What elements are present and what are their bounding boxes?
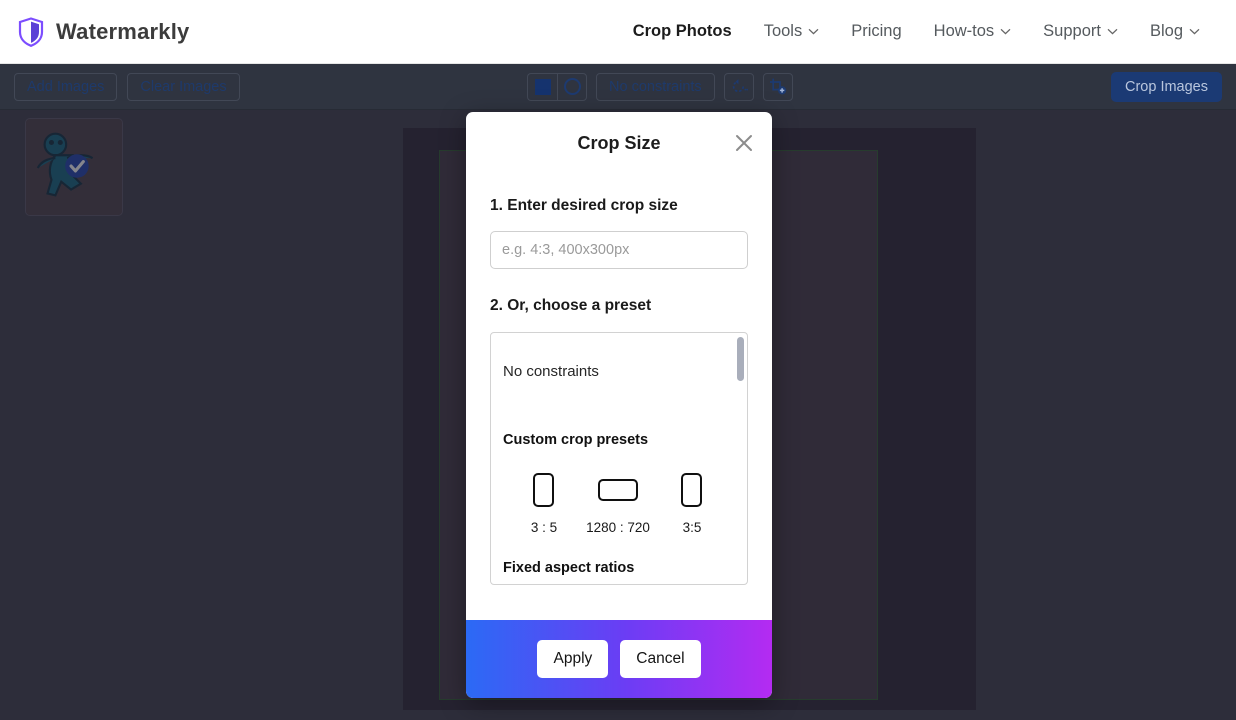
- portrait-frame-icon: [681, 470, 703, 510]
- preset-list-box[interactable]: No constraints Custom crop presets 3 : 5…: [490, 332, 748, 585]
- portrait-glyph: [533, 473, 555, 507]
- landscape-glyph: [597, 479, 638, 501]
- apply-button[interactable]: Apply: [537, 640, 609, 678]
- preset-caption: 3:5: [682, 520, 702, 535]
- portrait-frame-icon: [533, 470, 555, 510]
- preset-caption: 3 : 5: [530, 520, 558, 535]
- preset-item[interactable]: 3:5: [655, 470, 729, 535]
- dialog-title: Crop Size: [577, 132, 661, 153]
- preset-caption: 1280 : 720: [586, 520, 650, 535]
- preset-item[interactable]: 3 : 5: [507, 470, 581, 535]
- close-icon[interactable]: [732, 131, 756, 155]
- custom-presets-heading: Custom crop presets: [503, 432, 649, 448]
- dialog-body: 1. Enter desired crop size 2. Or, choose…: [466, 174, 772, 620]
- preset-scrollbar-thumb[interactable]: [737, 337, 744, 381]
- dialog-header: Crop Size: [466, 112, 772, 174]
- cancel-button[interactable]: Cancel: [620, 640, 701, 678]
- preset-item[interactable]: 1280 : 720: [581, 470, 655, 535]
- landscape-frame-icon: [597, 470, 638, 510]
- preset-scroll-area: No constraints Custom crop presets 3 : 5…: [491, 333, 747, 584]
- step-1-label: 1. Enter desired crop size: [490, 197, 678, 214]
- crop-size-input[interactable]: [490, 231, 748, 269]
- preset-scrollbar[interactable]: [737, 337, 744, 582]
- fixed-ratios-heading: Fixed aspect ratios: [503, 560, 635, 576]
- custom-presets-row: 3 : 5 1280 : 720 3:5: [503, 470, 733, 535]
- crop-size-dialog: Crop Size 1. Enter desired crop size 2. …: [466, 112, 772, 698]
- preset-no-constraints[interactable]: No constraints: [503, 347, 733, 380]
- step-2-label: 2. Or, choose a preset: [490, 297, 652, 314]
- dialog-footer: Apply Cancel: [466, 620, 772, 698]
- portrait-glyph: [681, 473, 703, 507]
